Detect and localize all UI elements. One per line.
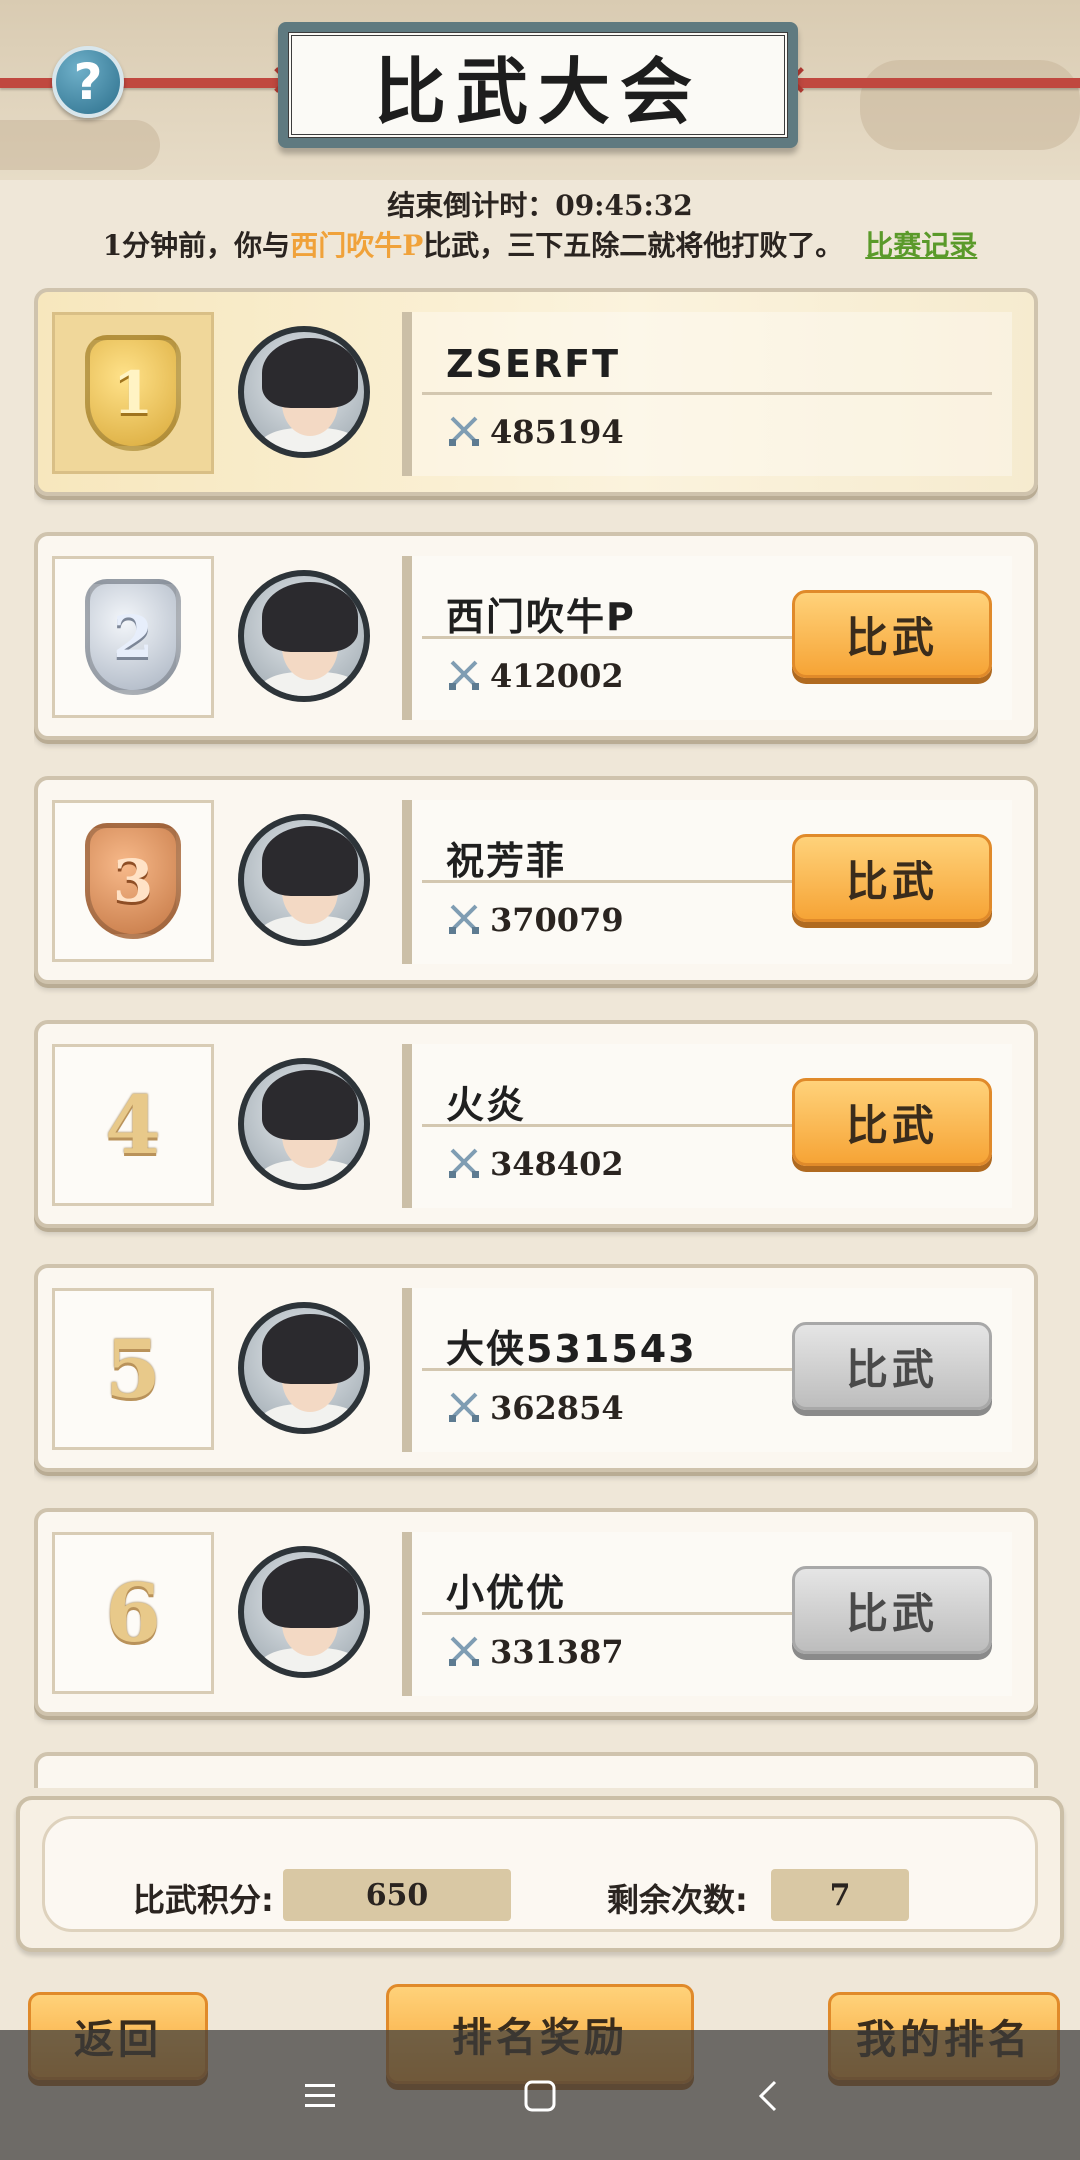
player-card[interactable]: 1 ZSERFT 485194	[34, 288, 1038, 496]
player-info: ZSERFT 485194	[402, 312, 1012, 476]
cloud-decoration	[860, 60, 1080, 150]
rank-badge: 2	[52, 556, 214, 718]
rank-number: 2	[112, 603, 154, 671]
battle-record-link[interactable]: 比赛记录	[865, 229, 977, 262]
power-row: 370079	[446, 900, 624, 940]
home-icon[interactable]	[518, 2074, 562, 2118]
avatar[interactable]	[238, 570, 370, 702]
challenge-button[interactable]: 比武	[792, 1566, 992, 1654]
player-card[interactable]: 4 火炎 348402 比武	[34, 1020, 1038, 1228]
system-nav-bar	[0, 2030, 1080, 2160]
question-mark-icon: ?	[73, 53, 103, 111]
crossed-swords-icon	[446, 900, 490, 940]
challenge-button[interactable]: 比武	[792, 590, 992, 678]
crossed-swords-icon	[446, 1144, 490, 1184]
power-value: 412002	[490, 657, 624, 695]
player-card[interactable]: 5 大侠531543 362854 比武	[34, 1264, 1038, 1472]
cloud-decoration	[0, 120, 160, 170]
stats-panel: 比武积分: 650 剩余次数: 7	[16, 1796, 1064, 1952]
title-plate: 比武大会	[278, 22, 798, 148]
remaining-label: 剩余次数:	[607, 1881, 748, 1919]
countdown-label: 结束倒计时：	[387, 189, 556, 222]
rank-badge: 3	[52, 800, 214, 962]
battle-message-suffix: 比武，三下五除二就将他打败了。	[423, 229, 844, 262]
red-rope-left	[0, 78, 300, 88]
avatar[interactable]	[238, 326, 370, 458]
power-value: 348402	[490, 1145, 624, 1183]
avatar[interactable]	[238, 1302, 370, 1434]
rank-number: 4	[105, 1078, 161, 1172]
player-card[interactable]: 2 西门吹牛P 412002 比武	[34, 532, 1038, 740]
player-name: 小优优	[446, 1571, 567, 1615]
rank-badge: 4	[52, 1044, 214, 1206]
red-rope-right	[780, 78, 1080, 88]
power-row: 348402	[446, 1144, 624, 1184]
opponent-name-link[interactable]: 西门吹牛P	[290, 229, 423, 262]
help-button[interactable]: ?	[52, 46, 124, 118]
page-title: 比武大会	[288, 32, 788, 138]
player-card[interactable]: 6 小优优 331387 比武	[34, 1508, 1038, 1716]
rank-badge: 6	[52, 1532, 214, 1694]
rank-medal-icon: 3	[85, 823, 181, 939]
avatar[interactable]	[238, 1546, 370, 1678]
rank-number: 6	[105, 1566, 161, 1660]
power-value: 485194	[490, 413, 624, 451]
rank-number: 1	[112, 359, 154, 427]
countdown: 结束倒计时：09:45:32	[0, 184, 1080, 224]
rank-number: 5	[105, 1322, 161, 1416]
battle-message: 1分钟前，你与西门吹牛P比武，三下五除二就将他打败了。 比赛记录	[0, 224, 1080, 264]
power-row: 362854	[446, 1388, 624, 1428]
challenge-button[interactable]: 比武	[792, 1078, 992, 1166]
player-card[interactable]: 3 祝芳菲 370079 比武	[34, 776, 1038, 984]
menu-icon[interactable]	[298, 2074, 342, 2118]
player-name: 火炎	[446, 1083, 527, 1127]
remaining-value: 7	[771, 1869, 909, 1921]
player-name: ZSERFT	[446, 342, 621, 386]
points-label: 比武积分:	[133, 1881, 274, 1919]
power-row: 485194	[446, 412, 624, 452]
countdown-value: 09:45:32	[555, 189, 693, 222]
rank-badge: 5	[52, 1288, 214, 1450]
challenge-button[interactable]: 比武	[792, 1322, 992, 1410]
rank-list[interactable]: 1 ZSERFT 485194 2 西门吹牛P 412002 比武 3 祝芳菲 …	[34, 288, 1038, 1788]
player-card-partial[interactable]	[34, 1752, 1038, 1788]
crossed-swords-icon	[446, 1632, 490, 1672]
power-row: 331387	[446, 1632, 624, 1672]
points-value: 650	[283, 1869, 511, 1921]
crossed-swords-icon	[446, 656, 490, 696]
power-row: 412002	[446, 656, 624, 696]
rank-badge: 1	[52, 312, 214, 474]
player-name: 西门吹牛P	[446, 595, 636, 639]
avatar[interactable]	[238, 814, 370, 946]
stats-inner: 比武积分: 650 剩余次数: 7	[42, 1816, 1038, 1932]
rank-medal-icon: 1	[85, 335, 181, 451]
battle-message-prefix: 1分钟前，你与	[102, 229, 291, 262]
power-value: 331387	[490, 1633, 624, 1671]
avatar[interactable]	[238, 1058, 370, 1190]
player-name: 大侠531543	[446, 1327, 697, 1371]
power-value: 370079	[490, 901, 624, 939]
player-name: 祝芳菲	[446, 839, 567, 883]
power-value: 362854	[490, 1389, 624, 1427]
crossed-swords-icon	[446, 412, 490, 452]
rank-number: 3	[112, 847, 154, 915]
challenge-button[interactable]: 比武	[792, 834, 992, 922]
back-arrow-icon[interactable]	[746, 2074, 790, 2118]
crossed-swords-icon	[446, 1388, 490, 1428]
rank-medal-icon: 2	[85, 579, 181, 695]
